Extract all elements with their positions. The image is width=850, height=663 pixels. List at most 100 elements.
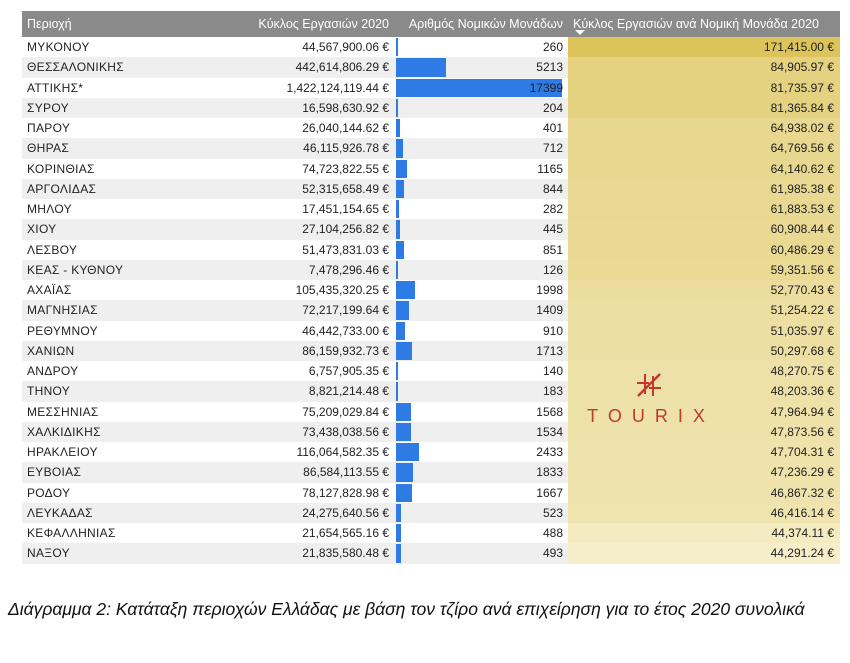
units-value: 1568 bbox=[536, 404, 563, 419]
cell-turnover: 17,451,154.65 € bbox=[246, 199, 394, 220]
cell-turnover: 442,614,806.29 € bbox=[246, 57, 394, 78]
cell-region: ΠΑΡΟΥ bbox=[22, 118, 246, 139]
units-bar bbox=[396, 544, 401, 563]
region-table: Περιοχή Κύκλος Εργασιών 2020 Αριθμός Νομ… bbox=[22, 11, 840, 564]
units-value: 910 bbox=[542, 323, 563, 338]
units-value: 183 bbox=[542, 384, 563, 399]
cell-turnover-per-unit: 52,770.43 € bbox=[568, 280, 840, 301]
header-region[interactable]: Περιοχή bbox=[22, 11, 246, 37]
cell-units: 712 bbox=[394, 138, 568, 159]
units-bar bbox=[396, 200, 399, 219]
table-row: ΠΑΡΟΥ 26,040,144.62 € 401 64,938.02 € bbox=[22, 118, 840, 139]
cell-region: ΧΙΟΥ bbox=[22, 219, 246, 240]
units-bar bbox=[396, 362, 398, 381]
units-bar bbox=[396, 260, 398, 279]
cell-region: ΘΕΣΣΑΛΟΝΙΚΗΣ bbox=[22, 57, 246, 78]
units-value: 1409 bbox=[536, 303, 563, 318]
table-row: ΣΥΡΟΥ 16,598,630.92 € 204 81,365.84 € bbox=[22, 97, 840, 118]
cell-turnover: 52,315,658.49 € bbox=[246, 178, 394, 199]
table-row: ΜΗΛΟΥ 17,451,154.65 € 282 61,883.53 € bbox=[22, 199, 840, 220]
units-value: 1667 bbox=[536, 485, 563, 500]
header-turnover[interactable]: Κύκλος Εργασιών 2020 bbox=[246, 11, 394, 37]
cell-region: ΧΑΝΙΩΝ bbox=[22, 340, 246, 361]
cell-turnover-per-unit: 84,905.97 € bbox=[568, 57, 840, 78]
units-value: 140 bbox=[542, 364, 563, 379]
units-bar bbox=[396, 240, 405, 259]
cell-units: 2433 bbox=[394, 442, 568, 463]
units-value: 282 bbox=[542, 202, 563, 217]
units-value: 523 bbox=[542, 505, 563, 520]
units-value: 844 bbox=[542, 181, 563, 196]
units-bar bbox=[396, 98, 398, 117]
header-turnover-per-unit[interactable]: Κύκλος Εργασιών ανά Νομική Μονάδα 2020 bbox=[568, 11, 840, 37]
table-row: ΘΗΡΑΣ 46,115,926.78 € 712 64,769.56 € bbox=[22, 138, 840, 159]
table-row: ΑΧΑΪΑΣ 105,435,320.25 € 1998 52,770.43 € bbox=[22, 280, 840, 301]
cell-units: 204 bbox=[394, 97, 568, 118]
cell-units: 140 bbox=[394, 361, 568, 382]
cell-turnover: 72,217,199.64 € bbox=[246, 300, 394, 321]
units-value: 1998 bbox=[536, 283, 563, 298]
units-bar bbox=[396, 38, 399, 57]
units-value: 204 bbox=[542, 100, 563, 115]
cell-turnover: 44,567,900.06 € bbox=[246, 37, 394, 58]
units-value: 2433 bbox=[536, 445, 563, 460]
cell-turnover: 27,104,256.82 € bbox=[246, 219, 394, 240]
units-value: 1534 bbox=[536, 424, 563, 439]
units-bar bbox=[396, 341, 413, 360]
cell-region: ΜΗΛΟΥ bbox=[22, 199, 246, 220]
units-value: 260 bbox=[542, 40, 563, 55]
units-bar bbox=[396, 483, 412, 502]
table-row: ΛΕΥΚΑΔΑΣ 24,275,640.56 € 523 46,416.14 € bbox=[22, 502, 840, 523]
cell-region: ΑΤΤΙΚΗΣ* bbox=[22, 77, 246, 98]
cell-units: 910 bbox=[394, 320, 568, 341]
cell-units: 5213 bbox=[394, 57, 568, 78]
table-row: ΜΥΚΟΝΟΥ 44,567,900.06 € 260 171,415.00 € bbox=[22, 37, 840, 58]
units-bar bbox=[396, 179, 405, 198]
cell-turnover-per-unit: 64,140.62 € bbox=[568, 158, 840, 179]
cell-turnover-per-unit: 44,374.11 € bbox=[568, 523, 840, 544]
units-value: 488 bbox=[542, 526, 563, 541]
cell-turnover-per-unit: 47,873.56 € bbox=[568, 421, 840, 442]
table-row: ΚΟΡΙΝΘΙΑΣ 74,723,822.55 € 1165 64,140.62 € bbox=[22, 158, 840, 179]
cell-turnover: 86,584,113.55 € bbox=[246, 462, 394, 483]
units-bar bbox=[396, 402, 411, 421]
cell-units: 488 bbox=[394, 523, 568, 544]
units-bar bbox=[396, 422, 411, 441]
cell-turnover-per-unit: 81,365.84 € bbox=[568, 97, 840, 118]
units-bar bbox=[396, 503, 401, 522]
table-row: ΚΕΑΣ - ΚΥΘΝΟΥ 7,478,296.46 € 126 59,351.56 … bbox=[22, 259, 840, 280]
cell-turnover: 73,438,038.56 € bbox=[246, 421, 394, 442]
units-value: 17399 bbox=[529, 80, 563, 95]
cell-turnover: 21,835,580.48 € bbox=[246, 543, 394, 564]
data-table: Περιοχή Κύκλος Εργασιών 2020 Αριθμός Νομ… bbox=[22, 11, 840, 564]
cell-turnover: 24,275,640.56 € bbox=[246, 502, 394, 523]
cell-turnover-per-unit: 46,867.32 € bbox=[568, 482, 840, 503]
cell-units: 1165 bbox=[394, 158, 568, 179]
units-value: 126 bbox=[542, 262, 563, 277]
cell-units: 1534 bbox=[394, 421, 568, 442]
cell-region: ΤΗΝΟΥ bbox=[22, 381, 246, 402]
units-bar bbox=[396, 463, 414, 482]
cell-turnover: 78,127,828.98 € bbox=[246, 482, 394, 503]
cell-region: ΗΡΑΚΛΕΙΟΥ bbox=[22, 442, 246, 463]
cell-region: ΑΝΔΡΟΥ bbox=[22, 361, 246, 382]
cell-region: ΚΕΑΣ - ΚΥΘΝΟΥ bbox=[22, 259, 246, 280]
units-bar bbox=[396, 382, 398, 401]
cell-turnover: 8,821,214.48 € bbox=[246, 381, 394, 402]
units-value: 445 bbox=[542, 222, 563, 237]
cell-region: ΛΕΥΚΑΔΑΣ bbox=[22, 502, 246, 523]
cell-turnover-per-unit: 47,964.94 € bbox=[568, 401, 840, 422]
table-row: ΗΡΑΚΛΕΙΟΥ 116,064,582.35 € 2433 47,704.31 € bbox=[22, 442, 840, 463]
cell-region: ΚΕΦΑΛΛΗΝΙΑΣ bbox=[22, 523, 246, 544]
cell-turnover: 105,435,320.25 € bbox=[246, 280, 394, 301]
cell-units: 493 bbox=[394, 543, 568, 564]
cell-turnover-per-unit: 46,416.14 € bbox=[568, 502, 840, 523]
units-bar bbox=[396, 58, 446, 77]
units-bar bbox=[396, 301, 410, 320]
header-units[interactable]: Αριθμός Νομικών Μονάδων bbox=[394, 11, 568, 37]
cell-region: ΣΥΡΟΥ bbox=[22, 97, 246, 118]
table-row: ΕΥΒΟΙΑΣ 86,584,113.55 € 1833 47,236.29 € bbox=[22, 462, 840, 483]
table-row: ΑΤΤΙΚΗΣ* 1,422,124,119.44 € 17399 81,735.97… bbox=[22, 77, 840, 98]
cell-turnover: 51,473,831.03 € bbox=[246, 239, 394, 260]
table-row: ΑΡΓΟΛΙΔΑΣ 52,315,658.49 € 844 61,985.38 € bbox=[22, 178, 840, 199]
